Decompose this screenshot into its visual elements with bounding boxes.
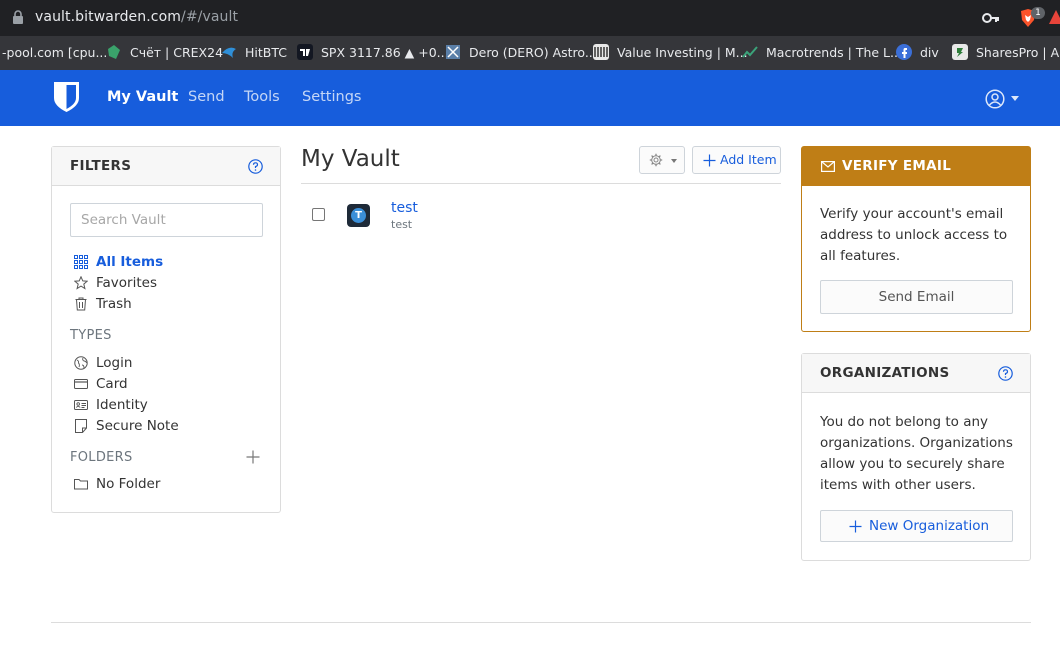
bookmark-item[interactable]: Счёт | CREX24 [106,43,223,63]
macrotrends-icon [742,46,758,58]
bookmark-item[interactable]: HitBTC [221,43,287,63]
crex24-icon [108,45,120,59]
organizations-message: You do not belong to any organizations. … [820,414,1013,493]
item-subtitle: test [391,218,413,231]
lock-icon [13,10,23,24]
star-icon [74,276,88,290]
filters-title: FILTERS [70,158,132,174]
grid-icon [74,255,88,269]
send-email-button[interactable]: Send Email [820,280,1013,314]
item-favicon: T [347,204,370,227]
bookmark-item[interactable]: Dero (DERO) Astro... [445,43,597,63]
id-card-icon [74,400,88,410]
nav-settings[interactable]: Settings [302,89,361,105]
trash-icon [75,297,87,311]
item-name-link[interactable]: test [391,200,418,216]
gear-icon [649,153,663,167]
chevron-down-icon[interactable] [1011,96,1019,101]
folders-heading: FOLDERS [70,450,133,465]
value-investing-icon [593,44,609,60]
bookmark-item[interactable]: -pool.com [cpu... [2,43,107,63]
organizations-header: ORGANIZATIONS [802,354,1030,393]
verify-email-card: VERIFY EMAIL Verify your account's email… [801,146,1031,332]
search-vault-input[interactable] [70,203,263,237]
nav-tools[interactable]: Tools [244,89,280,105]
help-circle-icon[interactable] [998,366,1013,381]
extension-badge: 1 [1031,7,1045,19]
verify-email-message: Verify your account's email address to u… [820,206,1008,264]
facebook-icon [896,44,912,60]
new-organization-button[interactable]: New Organization [820,510,1013,542]
add-item-button[interactable]: Add Item [692,146,781,174]
footer-divider [51,622,1031,623]
filters-header: FILTERS [52,147,280,186]
bookmarks-bar: -pool.com [cpu... Счёт | CREX24 HitBTC S… [0,36,1060,70]
item-checkbox[interactable] [312,208,325,221]
credit-card-icon [74,379,88,389]
bookmark-item[interactable]: div [896,43,939,63]
bookmark-item[interactable]: SPX 3117.86 ▲ +0.... [297,43,453,63]
nav-my-vault[interactable]: My Vault [107,89,178,105]
url-text[interactable]: vault.bitwarden.com/#/vault [35,9,238,25]
bookmark-item[interactable]: Macrotrends | The L... [742,43,902,63]
item-favicon-letter: T [351,208,366,223]
hitbtc-icon [222,47,236,58]
plus-icon [703,154,716,167]
filters-panel: FILTERS All Items Favorites Trash TYPES [51,146,281,513]
sharespro-icon [952,44,968,60]
help-circle-icon[interactable] [248,159,263,174]
organizations-card: ORGANIZATIONS You do not belong to any o… [801,353,1031,561]
brave-rewards-icon[interactable] [1049,9,1060,25]
bookmark-item[interactable]: SharesPro | Акц [952,43,1060,63]
chevron-down-icon [671,159,677,163]
divider [301,183,781,184]
sticky-note-icon [75,419,87,433]
nav-send[interactable]: Send [188,89,225,105]
verify-email-title: VERIFY EMAIL [842,158,952,174]
plus-icon [849,520,862,533]
bitwarden-logo-icon[interactable] [53,81,80,113]
organizations-title: ORGANIZATIONS [820,365,950,381]
globe-icon [74,356,88,370]
add-folder-icon[interactable] [246,450,260,464]
vault-options-button[interactable] [639,146,685,174]
envelope-icon [821,161,835,172]
bookmark-item[interactable]: Value Investing | M... [593,43,748,63]
dero-icon [446,45,460,59]
key-icon[interactable] [982,11,1000,25]
browser-address-bar: vault.bitwarden.com/#/vault 1 [0,0,1060,36]
user-account-icon[interactable] [985,89,1005,109]
types-heading: TYPES [70,328,112,343]
tradingview-icon [297,44,313,60]
app-navbar: My Vault Send Tools Settings [0,70,1060,126]
verify-email-header: VERIFY EMAIL [802,147,1030,186]
folder-icon [74,479,88,490]
page-title: My Vault [301,146,400,172]
